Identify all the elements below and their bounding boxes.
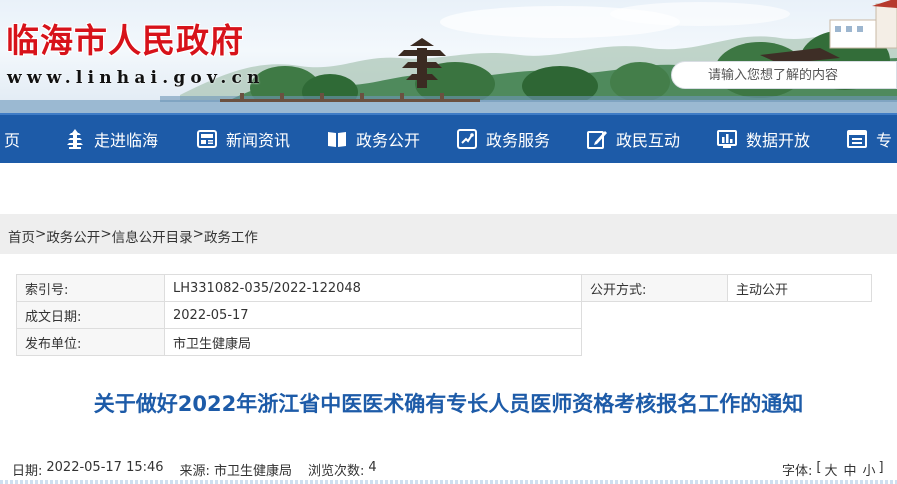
nav-item-open-data[interactable]: 数据开放 [716, 115, 810, 163]
font-size-label: 字体: [782, 464, 813, 479]
site-title[interactable]: 临海市人民政府 [6, 14, 244, 62]
index-label: 索引号: [16, 274, 165, 302]
table-row: 发布单位: 市卫生健康局 [16, 328, 872, 356]
article-info: 日期: 2022-05-17 15:46 来源: 市卫生健康局 浏览次数: 4 [12, 460, 377, 479]
publisher-label: 发布单位: [16, 328, 165, 356]
nav-item-label: 政务服务 [486, 131, 551, 150]
font-size-control: 字体: [ 大 中 小 ] [782, 460, 884, 479]
nav-item-gov-services[interactable]: 政务服务 [456, 115, 550, 163]
nav-item-home[interactable]: 页 [4, 115, 20, 163]
breadcrumb: 首页 > 政务公开 > 信息公开目录 > 政务工作 [8, 226, 258, 246]
disclosure-label: 公开方式: [581, 274, 728, 302]
table-row: 成文日期: 2022-05-17 [16, 301, 872, 329]
date-value: 2022-05-17 [164, 301, 582, 329]
nav-item-gov-affairs-open[interactable]: 政务公开 [326, 115, 420, 163]
font-small-button[interactable]: 小 [863, 460, 876, 479]
service-icon [457, 129, 477, 149]
document-meta-table: 索引号: LH331082-035/2022-122048 公开方式: 主动公开… [16, 274, 872, 356]
nav-item-label: 数据开放 [746, 131, 811, 150]
breadcrumb-home[interactable]: 首页 [8, 226, 35, 246]
article-info-bar: 日期: 2022-05-17 15:46 来源: 市卫生健康局 浏览次数: 4 … [0, 458, 897, 480]
table-row: 索引号: LH331082-035/2022-122048 公开方式: 主动公开 [16, 274, 872, 302]
breadcrumb-info-catalog[interactable]: 信息公开目录 [112, 226, 193, 246]
disclosure-value: 主动公开 [727, 274, 872, 302]
bracket-close: ] [878, 460, 884, 475]
source-label: 来源: [179, 464, 210, 479]
nav-item-label: 专 [876, 131, 893, 150]
bracket-open: [ [816, 460, 822, 475]
site-banner: 临海市人民政府 www.linhai.gov.cn [0, 0, 897, 113]
nav-item-label: 政民互动 [616, 131, 681, 150]
nav-item-about-linhai[interactable]: 走进临海 [64, 115, 158, 163]
article-title: 关于做好2022年浙江省中医医术确有专长人员医师资格考核报名工作的通知 [93, 392, 804, 416]
pagoda-icon [67, 129, 83, 149]
nav-item-topics[interactable]: 专 [846, 115, 892, 163]
book-icon [328, 132, 346, 147]
search-input[interactable] [672, 67, 896, 83]
index-value: LH331082-035/2022-122048 [164, 274, 582, 302]
breadcrumb-gov-work[interactable]: 政务工作 [204, 226, 258, 246]
font-medium-button[interactable]: 中 [843, 460, 856, 479]
publisher-value: 市卫生健康局 [164, 328, 582, 356]
font-large-button[interactable]: 大 [824, 460, 837, 479]
chart-icon [717, 130, 737, 148]
publish-date-value: 2022-05-17 15:46 [46, 460, 164, 475]
date-label: 成文日期: [16, 301, 165, 329]
views-value: 4 [368, 460, 377, 475]
breadcrumb-separator: > [35, 226, 47, 242]
edit-icon [587, 131, 607, 149]
breadcrumb-bar: 首页 > 政务公开 > 信息公开目录 > 政务工作 [0, 214, 897, 254]
main-nav: 页 走进临海 新闻资讯 政务公开 政务服务 政民互动 数据开放 专 [0, 113, 897, 163]
spacer-band [0, 163, 897, 194]
divider [0, 480, 897, 484]
nav-item-news[interactable]: 新闻资讯 [196, 115, 290, 163]
breadcrumb-gov-affairs-open[interactable]: 政务公开 [46, 226, 100, 246]
nav-item-citizen-interaction[interactable]: 政民互动 [586, 115, 680, 163]
publish-date-label: 日期: [12, 464, 43, 479]
topic-icon [847, 130, 867, 148]
source-value: 市卫生健康局 [213, 464, 292, 479]
nav-item-label: 政务公开 [356, 131, 421, 150]
news-icon [197, 130, 217, 148]
nav-item-label: 新闻资讯 [226, 131, 291, 150]
nav-item-label: 页 [4, 131, 21, 150]
views-label: 浏览次数: [307, 464, 365, 479]
search-box[interactable] [671, 61, 897, 89]
site-url: www.linhai.gov.cn [7, 68, 265, 88]
nav-item-label: 走进临海 [94, 131, 159, 150]
breadcrumb-separator: > [100, 226, 112, 242]
breadcrumb-separator: > [192, 226, 204, 242]
